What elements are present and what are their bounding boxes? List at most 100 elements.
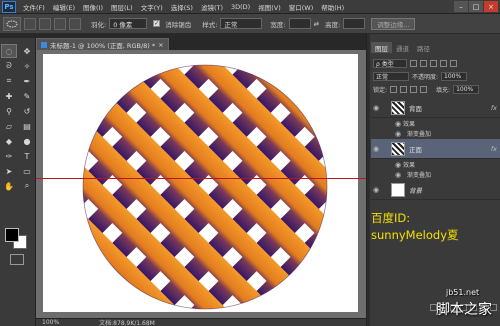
eraser-tool-icon[interactable]: ▱: [1, 119, 17, 133]
blend-mode-select[interactable]: 正常: [373, 72, 409, 81]
effects-label: 效果: [403, 162, 416, 169]
shape-tool-icon[interactable]: ▭: [19, 164, 35, 178]
menu-edit[interactable]: 编辑(E): [49, 2, 79, 12]
lock-transparent-icon[interactable]: [390, 86, 398, 93]
refine-edge-button[interactable]: 调整边缘...: [371, 17, 416, 30]
lock-row: 锁定: 填充: 100%: [373, 84, 499, 95]
smart-filter-icon[interactable]: [450, 60, 457, 67]
canvas[interactable]: [43, 54, 358, 312]
effects-label: 效果: [403, 121, 416, 128]
eye-icon[interactable]: ◉: [371, 144, 381, 154]
adjustment-filter-icon[interactable]: [420, 60, 427, 67]
add-selection-icon[interactable]: [39, 17, 51, 30]
gradient-tool-icon[interactable]: ▤: [19, 119, 35, 133]
layer-effect-item[interactable]: ◉ 渐变叠加: [371, 170, 500, 180]
layer-filter-row: ρ 类型: [373, 58, 499, 69]
layer-effect-item[interactable]: ◉ 渐变叠加: [371, 129, 500, 139]
site-name: 脚本之家: [436, 302, 492, 318]
layer-row-back[interactable]: ◉ 背面 fx: [371, 98, 500, 118]
magic-wand-tool-icon[interactable]: ✧: [19, 59, 35, 73]
healing-brush-tool-icon[interactable]: ✚: [1, 89, 17, 103]
path-selection-tool-icon[interactable]: ➤: [1, 164, 17, 178]
menu-3d[interactable]: 3D(D): [227, 3, 254, 11]
menu-select[interactable]: 选择(S): [167, 2, 197, 12]
menu-view[interactable]: 视图(V): [254, 2, 285, 12]
type-filter-icon[interactable]: [430, 60, 437, 67]
fx-icon[interactable]: fx: [491, 104, 497, 112]
layer-row-front[interactable]: ◉ 正面 fx: [371, 139, 500, 159]
eyedropper-tool-icon[interactable]: ✒: [19, 74, 35, 88]
layer-row-background[interactable]: ◉ 背景: [371, 180, 500, 200]
quick-mask-icon[interactable]: [10, 254, 24, 265]
shape-filter-icon[interactable]: [440, 60, 447, 67]
feather-input[interactable]: 0 像素: [109, 18, 148, 29]
lock-all-icon[interactable]: [420, 86, 428, 93]
zoom-tool-icon[interactable]: ⌕: [19, 179, 35, 193]
menu-type[interactable]: 文字(Y): [137, 2, 167, 12]
dodge-tool-icon[interactable]: ●: [19, 134, 35, 148]
minimize-button[interactable]: –: [454, 1, 468, 12]
new-selection-icon[interactable]: [24, 17, 36, 30]
menu-image[interactable]: 图像(I): [79, 2, 107, 12]
menu-layer[interactable]: 图层(L): [107, 2, 137, 12]
kind-filter-select[interactable]: ρ 类型: [373, 59, 407, 68]
eye-icon[interactable]: ◉: [393, 129, 403, 139]
blur-tool-icon[interactable]: ◆: [1, 134, 17, 148]
intersect-selection-icon[interactable]: [69, 17, 81, 30]
move-tool-icon[interactable]: ✥: [19, 44, 35, 58]
menu-help[interactable]: 帮助(H): [317, 2, 348, 12]
lock-label: 锁定:: [373, 87, 388, 94]
foreground-color-swatch[interactable]: [5, 228, 19, 242]
style-select[interactable]: 正常: [220, 18, 263, 29]
fx-icon[interactable]: fx: [491, 145, 497, 153]
horizontal-guide-line[interactable]: [36, 178, 366, 179]
layer-effects-row[interactable]: ◉ 效果: [371, 160, 500, 170]
history-brush-tool-icon[interactable]: ↺: [19, 104, 35, 118]
height-input[interactable]: [343, 18, 366, 29]
antialias-checkbox[interactable]: ✓: [153, 20, 161, 27]
watermark-id-value: sunnyMelody夏: [371, 228, 459, 242]
watermark-id-label: 百度ID:: [371, 211, 411, 225]
menu-file[interactable]: 文件(F): [19, 2, 49, 12]
eye-icon[interactable]: ◉: [393, 119, 403, 129]
effect-name: 渐变叠加: [407, 131, 432, 138]
lasso-tool-icon[interactable]: ᘐ: [1, 59, 17, 73]
height-label: 高度:: [325, 20, 341, 29]
tab-channels[interactable]: 通道: [392, 42, 413, 53]
document-info[interactable]: 文档:878.9K/1.68M: [99, 318, 155, 326]
tool-preset-picker[interactable]: [3, 16, 21, 31]
pen-tool-icon[interactable]: ✑: [1, 149, 17, 163]
menu-filter[interactable]: 滤镜(T): [197, 2, 227, 12]
type-tool-icon[interactable]: T: [19, 149, 35, 163]
tab-close-icon[interactable]: ×: [158, 41, 163, 49]
canvas-viewport[interactable]: [36, 50, 366, 318]
eye-icon[interactable]: ◉: [371, 103, 381, 113]
document-icon: [41, 41, 47, 48]
tab-paths[interactable]: 路径: [413, 42, 434, 53]
crop-tool-icon[interactable]: ⌗: [1, 74, 17, 88]
brush-tool-icon[interactable]: ✎: [19, 89, 35, 103]
layer-effects-row[interactable]: ◉ 效果: [371, 119, 500, 129]
clone-stamp-tool-icon[interactable]: ⚲: [1, 104, 17, 118]
lock-position-icon[interactable]: [410, 86, 418, 93]
hand-tool-icon[interactable]: ✋: [1, 179, 17, 193]
swap-icon[interactable]: ⇄: [314, 20, 319, 28]
eye-icon[interactable]: ◉: [393, 170, 403, 180]
close-button[interactable]: ×: [484, 1, 498, 12]
photoshop-logo: Ps: [2, 0, 16, 13]
maximize-button[interactable]: □: [469, 1, 483, 12]
eye-icon[interactable]: ◉: [371, 185, 381, 195]
opacity-input[interactable]: 100%: [441, 72, 468, 81]
subtract-selection-icon[interactable]: [54, 17, 66, 30]
marquee-tool-icon[interactable]: ◌: [1, 44, 17, 58]
zoom-level[interactable]: 100%: [42, 319, 59, 326]
tab-layers[interactable]: 图层: [371, 42, 392, 53]
eye-icon[interactable]: ◉: [393, 160, 403, 170]
lock-image-icon[interactable]: [400, 86, 408, 93]
pixel-filter-icon[interactable]: [410, 60, 417, 67]
menu-window[interactable]: 窗口(W): [285, 2, 318, 12]
document-tab[interactable]: 未标题-1 @ 100% (正面, RGB/8) * ×: [36, 38, 169, 50]
menu-bar: Ps 文件(F) 编辑(E) 图像(I) 图层(L) 文字(Y) 选择(S) 滤…: [0, 0, 500, 14]
fill-input[interactable]: 100%: [453, 85, 480, 94]
width-input[interactable]: [288, 18, 311, 29]
